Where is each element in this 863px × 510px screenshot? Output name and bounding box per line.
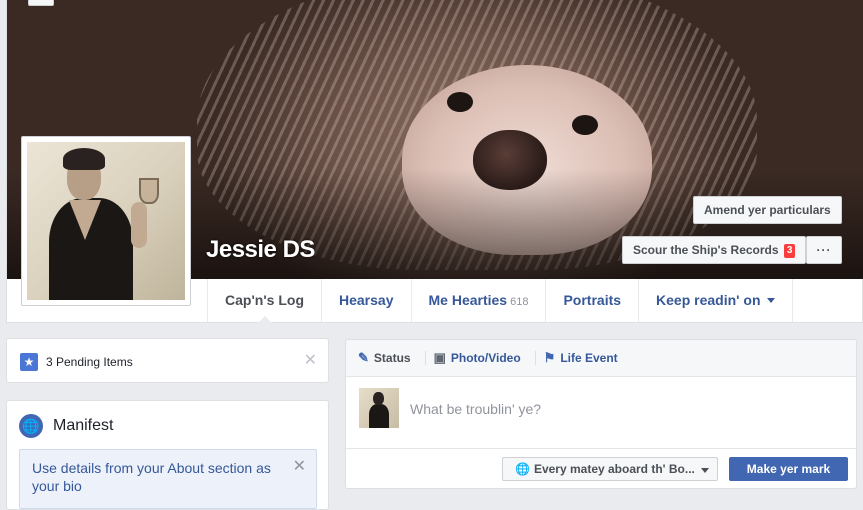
pencil-icon: ✎ bbox=[358, 350, 369, 365]
amend-particulars-button[interactable]: Amend yer particulars bbox=[693, 196, 842, 224]
pending-items-label: 3 Pending Items bbox=[46, 355, 133, 369]
avatar-head bbox=[373, 392, 384, 405]
divider bbox=[534, 351, 536, 365]
tab-timeline-label: Cap'n's Log bbox=[225, 292, 304, 308]
audience-selector[interactable]: 🌐 Every matey aboard th' Bo... bbox=[502, 457, 718, 481]
cover-eye-right bbox=[572, 115, 598, 135]
audience-label: Every matey aboard th' Bo... bbox=[533, 462, 695, 476]
globe-icon: 🌐 bbox=[515, 462, 530, 476]
composer-tabs: ✎ Status ▣ Photo/Video ⚑ Life Event bbox=[346, 340, 856, 377]
close-icon[interactable]: ✕ bbox=[304, 353, 317, 369]
camera-icon: ▣ bbox=[433, 350, 446, 365]
tab-more[interactable]: Keep readin' on bbox=[638, 279, 793, 322]
tab-about[interactable]: Hearsay bbox=[321, 279, 411, 322]
pp-arm bbox=[131, 202, 147, 248]
tab-photo-video-label: Photo/Video bbox=[450, 351, 521, 365]
scour-records-badge: 3 bbox=[783, 244, 796, 258]
intro-card: 🌐 Manifest Use details from your About s… bbox=[6, 400, 329, 510]
scour-records-label: Scour the Ship's Records bbox=[633, 243, 779, 257]
tab-life-event[interactable]: ⚑ Life Event bbox=[544, 350, 618, 366]
scour-records-button[interactable]: Scour the Ship's Records 3 bbox=[622, 236, 807, 264]
composer-footer: 🌐 Every matey aboard th' Bo... Make yer m… bbox=[346, 448, 856, 488]
chevron-down-icon bbox=[766, 298, 775, 303]
close-icon[interactable]: ✕ bbox=[293, 459, 306, 475]
more-options-button[interactable]: ··· bbox=[806, 236, 842, 264]
pending-items-card[interactable]: ★ 3 Pending Items ✕ bbox=[6, 338, 329, 383]
tab-photos[interactable]: Portraits bbox=[545, 279, 638, 322]
status-input[interactable]: What be troublin' ye? bbox=[410, 401, 541, 417]
bio-suggestion[interactable]: Use details from your About section as y… bbox=[19, 449, 317, 509]
profile-nav: Cap'n's Log Hearsay Me Hearties 618 Portr… bbox=[207, 279, 793, 323]
intro-title: Manifest bbox=[53, 417, 114, 434]
post-composer: ✎ Status ▣ Photo/Video ⚑ Life Event What… bbox=[345, 339, 857, 489]
flag-icon: ⚑ bbox=[543, 350, 556, 365]
cover-eye-left bbox=[447, 92, 473, 112]
tab-about-label: Hearsay bbox=[339, 292, 394, 308]
tab-photo-video[interactable]: ▣ Photo/Video bbox=[434, 350, 521, 366]
tab-friends[interactable]: Me Hearties 618 bbox=[410, 279, 546, 322]
divider bbox=[424, 351, 426, 365]
profile-picture[interactable] bbox=[21, 136, 191, 306]
update-cover-camera-icon[interactable] bbox=[28, 0, 54, 6]
tab-more-label: Keep readin' on bbox=[656, 292, 761, 308]
globe-icon: 🌐 bbox=[19, 414, 43, 438]
avatar-body bbox=[369, 404, 389, 428]
pp-wine-glass bbox=[139, 178, 159, 204]
profile-name[interactable]: Jessie DS bbox=[206, 236, 315, 264]
chevron-down-icon bbox=[701, 468, 709, 473]
profile-picture-image bbox=[27, 142, 185, 300]
active-tab-pointer bbox=[257, 316, 272, 323]
star-icon: ★ bbox=[20, 353, 38, 371]
pp-hair bbox=[63, 148, 105, 170]
tab-friends-label: Me Hearties bbox=[428, 292, 508, 308]
friends-count: 618 bbox=[510, 296, 529, 308]
avatar bbox=[359, 388, 399, 428]
tab-photos-label: Portraits bbox=[563, 292, 622, 308]
tab-status-label: Status bbox=[373, 351, 411, 365]
tab-life-event-label: Life Event bbox=[560, 351, 618, 365]
bio-suggestion-text[interactable]: Use details from your About section as y… bbox=[32, 459, 282, 495]
tab-status[interactable]: ✎ Status bbox=[358, 350, 411, 366]
post-button[interactable]: Make yer mark bbox=[729, 457, 848, 481]
tab-timeline[interactable]: Cap'n's Log bbox=[207, 279, 321, 323]
